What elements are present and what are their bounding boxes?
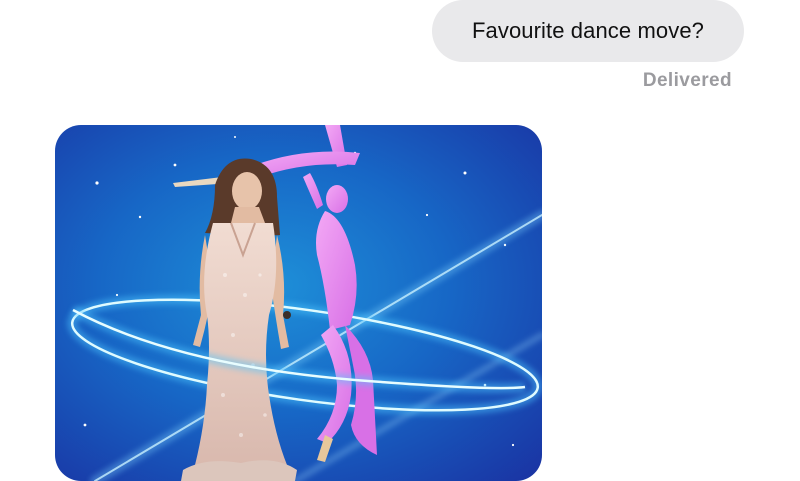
received-gif-bubble[interactable] xyxy=(55,125,542,481)
gif-image xyxy=(55,125,542,481)
delivery-status: Delivered xyxy=(642,70,732,91)
sent-message-bubble[interactable]: Favourite dance move? xyxy=(432,0,744,62)
sent-message-text: Favourite dance move? xyxy=(471,18,704,43)
